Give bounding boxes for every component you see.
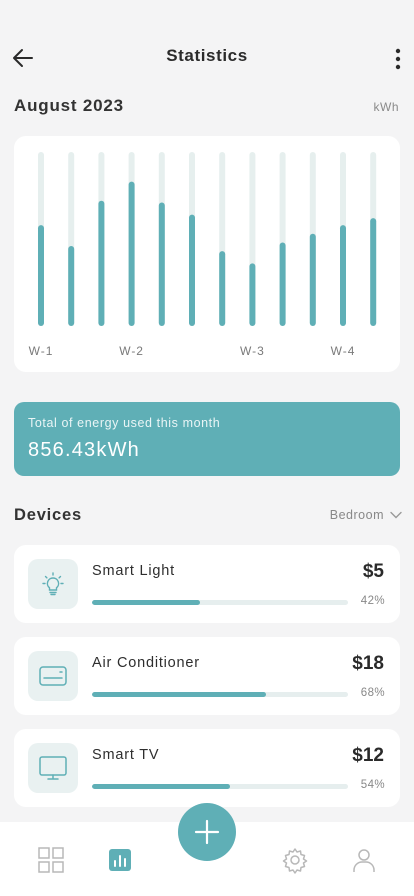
month-title: August 2023 (14, 96, 124, 115)
device-card-air-conditioner[interactable]: Air Conditioner $18 68% (14, 637, 400, 715)
device-name: Smart TV (92, 747, 160, 763)
chart-bar[interactable] (249, 263, 256, 326)
app-header: Statistics (0, 0, 414, 100)
chart-bar[interactable] (158, 202, 165, 326)
chart-bar[interactable] (38, 225, 44, 326)
device-card-smart-tv[interactable]: Smart TV $12 54% (14, 729, 400, 807)
plus-icon (194, 819, 220, 845)
grid-icon[interactable] (37, 846, 65, 874)
chart-bar[interactable] (279, 242, 286, 326)
total-energy-label: Total of energy used this month (28, 416, 221, 430)
user-icon[interactable] (350, 846, 378, 874)
more-vertical-icon[interactable] (390, 46, 406, 72)
chart-x-tick-label: W-3 (240, 344, 265, 358)
chart-bar[interactable] (309, 233, 316, 326)
add-button[interactable] (178, 803, 236, 861)
device-percent: 68% (360, 687, 385, 699)
device-cost: $5 (362, 561, 384, 582)
monitor-icon (28, 743, 78, 793)
lightbulb-icon (28, 559, 78, 609)
usage-progress-bar (92, 692, 348, 697)
chart-x-tick-label: W-2 (119, 344, 144, 358)
chart-bar[interactable] (219, 251, 226, 326)
usage-bar-chart: W-1 W-2 W-3 W-4 (29, 152, 377, 358)
total-energy-value: 856.43kWh (28, 439, 140, 461)
usage-progress-fill (92, 692, 267, 697)
device-percent: 42% (360, 595, 385, 607)
device-card-smart-light[interactable]: Smart Light $5 42% (14, 545, 400, 623)
chart-bar[interactable] (189, 214, 195, 326)
devices-title: Devices (14, 506, 82, 524)
chart-bar[interactable] (68, 245, 75, 326)
device-cost: $18 (352, 653, 384, 674)
total-energy-card: Total of energy used this month 856.43kW… (14, 402, 400, 476)
unit-label: kWh (373, 100, 399, 114)
usage-progress-fill (92, 600, 200, 605)
usage-chart-card: W-1 W-2 W-3 W-4 (14, 136, 400, 372)
chart-bar[interactable] (340, 225, 346, 326)
device-percent: 54% (360, 779, 385, 791)
usage-progress-bar (92, 784, 348, 789)
chart-bar[interactable] (370, 218, 377, 326)
chart-bar[interactable] (98, 200, 105, 326)
page-title: Statistics (166, 46, 248, 65)
settings-icon[interactable] (281, 846, 309, 874)
bar-chart-icon[interactable] (106, 846, 134, 874)
chart-x-tick-label: W-1 (29, 344, 54, 358)
usage-progress-fill (92, 784, 231, 789)
room-select[interactable]: Bedroom (330, 508, 402, 522)
device-cost: $12 (352, 745, 384, 766)
chart-bar[interactable] (128, 181, 135, 326)
chart-x-tick-label: W-4 (331, 344, 356, 358)
usage-progress-bar (92, 600, 348, 605)
device-name: Smart Light (92, 563, 175, 579)
room-select-label: Bedroom (329, 508, 384, 522)
chevron-down-icon (390, 511, 402, 519)
air-conditioner-icon (28, 651, 78, 701)
device-name: Air Conditioner (92, 655, 200, 671)
